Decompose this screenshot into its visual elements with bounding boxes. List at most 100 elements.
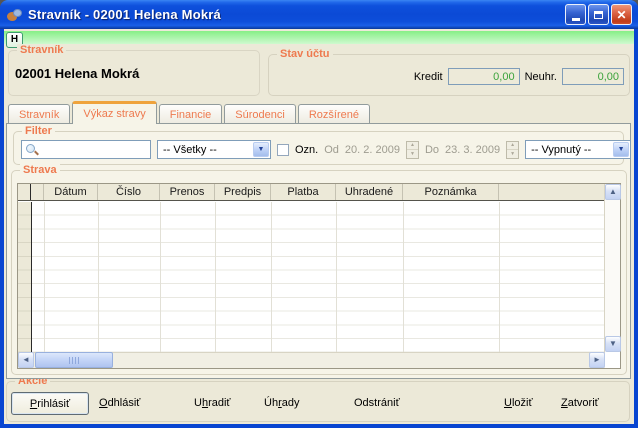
tab-label: Rozšírené bbox=[309, 109, 359, 121]
toolbar-strip bbox=[4, 31, 634, 44]
tab-vykaz-stravy[interactable]: Výkaz stravy bbox=[72, 101, 156, 124]
kredit-label: Kredit bbox=[414, 71, 443, 83]
btn-text: atvoriť bbox=[568, 397, 599, 409]
h-scrollbar-thumb[interactable] bbox=[35, 352, 113, 368]
maximize-button[interactable] bbox=[588, 4, 609, 25]
filter-group-label: Filter bbox=[22, 125, 55, 137]
category-dropdown-button[interactable]: ▼ bbox=[253, 142, 269, 157]
neuhr-value: 0,00 bbox=[562, 68, 624, 85]
diner-group-label: Stravník bbox=[17, 44, 66, 56]
uhradit-button[interactable]: Uhradiť bbox=[194, 397, 231, 409]
odhlasit-button[interactable]: Odhlásiť bbox=[99, 397, 140, 409]
titlebar[interactable]: Stravník - 02001 Helena Mokrá ✕ bbox=[0, 0, 638, 29]
category-dropdown-value: -- Všetky -- bbox=[163, 144, 217, 156]
strava-group: Strava Dátum Číslo Prenos Predpis Platba… bbox=[11, 170, 627, 375]
column-header-poznamka[interactable]: Poznámka bbox=[403, 184, 499, 200]
btn-text: ložiť bbox=[512, 397, 533, 409]
kredit-value: 0,00 bbox=[448, 68, 520, 85]
window-controls: ✕ bbox=[565, 4, 632, 25]
btn-text: radiť bbox=[208, 397, 230, 409]
grid-column-line bbox=[336, 202, 337, 352]
minimize-button[interactable] bbox=[565, 4, 586, 25]
vertical-scrollbar[interactable]: ▲ ▼ bbox=[604, 184, 620, 352]
column-header-platba[interactable]: Platba bbox=[271, 184, 336, 200]
neuhr-label: Neuhr. bbox=[525, 71, 557, 83]
odstranit-button[interactable]: Odstrániť bbox=[354, 397, 400, 409]
mode-dropdown-value: -- Vypnutý -- bbox=[531, 144, 591, 156]
scroll-left-button[interactable]: ◄ bbox=[18, 352, 34, 368]
minimize-icon bbox=[572, 18, 580, 21]
prihlasit-button[interactable]: Prihlásiť bbox=[11, 392, 89, 415]
spinner-down-icon[interactable]: ▼ bbox=[407, 150, 418, 158]
horizontal-scrollbar[interactable]: ◄ ► bbox=[18, 352, 605, 368]
grid-frozen-line bbox=[31, 202, 32, 352]
btn-mnemonic: O bbox=[99, 397, 108, 409]
filter-group: Filter -- Všetky -- ▼ Ozn. Od 20. 2. 200… bbox=[13, 131, 624, 165]
spinner-down-icon[interactable]: ▼ bbox=[507, 150, 518, 158]
scroll-up-button[interactable]: ▲ bbox=[605, 184, 621, 200]
row-selector-header bbox=[18, 184, 31, 200]
thumb-grip bbox=[69, 357, 80, 364]
account-row: Kredit 0,00 Neuhr. 0,00 bbox=[269, 68, 629, 85]
mode-dropdown[interactable]: -- Vypnutý -- ▼ bbox=[525, 140, 631, 159]
btn-mnemonic: Z bbox=[561, 397, 568, 409]
tab-rozsirene[interactable]: Rozšírené bbox=[298, 104, 370, 124]
grid-column-line bbox=[215, 202, 216, 352]
tab-label: Súrodenci bbox=[235, 109, 285, 121]
tab-panel: Filter -- Všetky -- ▼ Ozn. Od 20. 2. 200… bbox=[6, 123, 631, 379]
search-input[interactable] bbox=[22, 141, 150, 158]
tab-financie[interactable]: Financie bbox=[159, 104, 223, 124]
scroll-right-icon: ► bbox=[593, 356, 601, 364]
diner-group: Stravník 02001 Helena Mokrá bbox=[8, 50, 260, 96]
app-icon bbox=[6, 7, 23, 23]
column-header-cislo[interactable]: Číslo bbox=[98, 184, 160, 200]
close-button[interactable]: ✕ bbox=[611, 4, 632, 25]
row-selector-column bbox=[18, 202, 31, 352]
btn-text: dhlásiť bbox=[108, 397, 141, 409]
spinner-up-icon[interactable]: ▲ bbox=[407, 142, 418, 151]
app-icon-shape2 bbox=[13, 9, 22, 17]
spinner-up-icon[interactable]: ▲ bbox=[507, 142, 518, 151]
scroll-down-button[interactable]: ▼ bbox=[605, 336, 621, 352]
scroll-right-button[interactable]: ► bbox=[589, 352, 605, 368]
od-label: Od bbox=[324, 144, 339, 156]
btn-text: Odstrániť bbox=[354, 397, 400, 409]
empty-column-header bbox=[31, 184, 44, 200]
column-header-uhradene[interactable]: Uhradené bbox=[336, 184, 403, 200]
btn-text: U bbox=[194, 397, 202, 409]
od-date-value: 20. 2. 2009 bbox=[345, 144, 400, 156]
tab-surodenci[interactable]: Súrodenci bbox=[224, 104, 296, 124]
column-header-datum[interactable]: Dátum bbox=[44, 184, 98, 200]
actions-group: Akcie Prihlásiť Odhlásiť Uhradiť Úhrady … bbox=[6, 381, 630, 422]
column-header-predpis[interactable]: Predpis bbox=[215, 184, 271, 200]
account-group: Stav účtu Kredit 0,00 Neuhr. 0,00 bbox=[268, 54, 630, 96]
btn-mnemonic: U bbox=[504, 397, 512, 409]
category-dropdown[interactable]: -- Všetky -- ▼ bbox=[157, 140, 271, 159]
tab-label: Stravník bbox=[19, 109, 59, 121]
grid-column-line bbox=[271, 202, 272, 352]
mode-dropdown-button[interactable]: ▼ bbox=[613, 142, 629, 157]
chevron-down-icon: ▼ bbox=[618, 146, 625, 153]
app-window: Stravník - 02001 Helena Mokrá ✕ H Stravn… bbox=[0, 0, 638, 428]
btn-text: ady bbox=[282, 397, 300, 409]
do-label: Do bbox=[425, 144, 439, 156]
od-date-spinner[interactable]: ▲ ▼ bbox=[406, 141, 419, 159]
header-filler bbox=[499, 184, 605, 200]
strava-group-label: Strava bbox=[20, 164, 60, 176]
btn-text: rihlásiť bbox=[37, 398, 70, 410]
column-header-prenos[interactable]: Prenos bbox=[160, 184, 215, 200]
do-date-value: 23. 3. 2009 bbox=[445, 144, 500, 156]
scroll-up-icon: ▲ bbox=[609, 188, 617, 196]
btn-text: Úh bbox=[264, 397, 278, 409]
strava-grid: Dátum Číslo Prenos Predpis Platba Uhrade… bbox=[17, 183, 621, 369]
grid-body[interactable] bbox=[18, 202, 605, 352]
scroll-left-icon: ◄ bbox=[22, 356, 30, 364]
tab-stravnik[interactable]: Stravník bbox=[8, 104, 70, 124]
ulozit-button[interactable]: Uložiť bbox=[504, 397, 533, 409]
ozn-checkbox[interactable] bbox=[277, 144, 289, 156]
uhrady-button[interactable]: Úhrady bbox=[264, 397, 299, 409]
filter-row: -- Všetky -- ▼ Ozn. Od 20. 2. 2009 ▲ ▼ D… bbox=[14, 132, 623, 159]
maximize-icon bbox=[594, 11, 603, 19]
zatvorit-button[interactable]: Zatvoriť bbox=[561, 397, 599, 409]
do-date-spinner[interactable]: ▲ ▼ bbox=[506, 141, 519, 159]
